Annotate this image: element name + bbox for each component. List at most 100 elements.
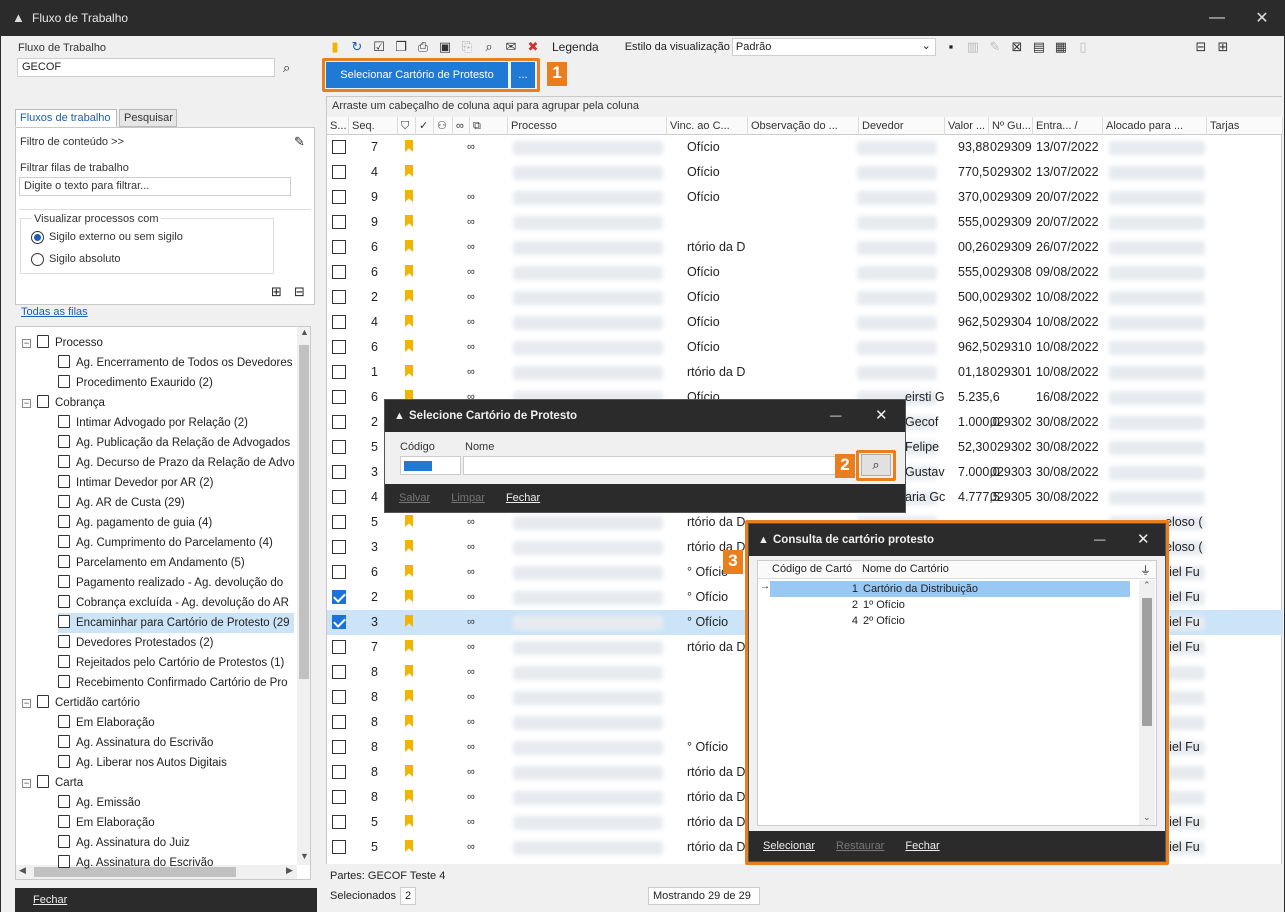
cartorio-row[interactable]: 4 2º Ofício: [770, 613, 1130, 629]
save-icon[interactable]: ▪: [942, 38, 960, 56]
tree-expand-icon[interactable]: ⊞: [1214, 38, 1232, 56]
column-header[interactable]: Vinc. ao C...: [667, 117, 748, 135]
link-icon[interactable]: ∞: [467, 310, 485, 335]
link-icon[interactable]: ∞: [467, 135, 485, 160]
bookmark-icon[interactable]: ▮: [326, 38, 344, 56]
row-checkbox[interactable]: [332, 690, 346, 704]
link-icon[interactable]: ∞: [467, 660, 485, 685]
trash-disabled-icon[interactable]: ▯: [1074, 38, 1092, 56]
limpar-button[interactable]: Limpar: [451, 492, 485, 504]
tree-item[interactable]: Ag. AR de Custa (29): [58, 493, 294, 513]
dialog2-fechar-button[interactable]: Fechar: [905, 840, 939, 852]
save-doc-icon[interactable]: ▣: [436, 38, 454, 56]
link-icon[interactable]: ∞: [467, 785, 485, 810]
row-checkbox[interactable]: [332, 440, 346, 454]
row-checkbox[interactable]: [332, 490, 346, 504]
row-checkbox[interactable]: [332, 290, 346, 304]
link-icon[interactable]: ∞: [467, 360, 485, 385]
col-nome[interactable]: Nome do Cartório: [862, 563, 949, 575]
link-icon[interactable]: ∞: [467, 610, 485, 635]
column-header[interactable]: Tarjas: [1207, 117, 1283, 135]
collapse-icon[interactable]: −: [22, 779, 31, 788]
export-excel-icon[interactable]: ⊠: [1008, 38, 1026, 56]
link-icon[interactable]: ∞: [467, 260, 485, 285]
link-icon[interactable]: ∞: [467, 535, 485, 560]
collapse-icon[interactable]: −: [22, 399, 31, 408]
columns-icon[interactable]: ▤: [1030, 38, 1048, 56]
link-icon[interactable]: ∞: [467, 735, 485, 760]
tree-group[interactable]: − Processo: [22, 333, 292, 353]
row-checkbox[interactable]: [332, 790, 346, 804]
dialog1-minimize-button[interactable]: —: [830, 400, 842, 432]
tree-item[interactable]: Ag. Emissão: [58, 793, 294, 813]
layout-icon[interactable]: ▦: [1052, 38, 1070, 56]
row-checkbox[interactable]: [332, 515, 346, 529]
people-icon[interactable]: ⚇: [434, 117, 453, 135]
row-checkbox[interactable]: [332, 665, 346, 679]
column-header[interactable]: Seq.: [349, 117, 398, 135]
row-checkbox[interactable]: [332, 315, 346, 329]
codigo-input[interactable]: [400, 456, 461, 475]
row-checkbox[interactable]: [332, 565, 346, 579]
tree-item[interactable]: Ag. Cumprimento do Parcelamento (4): [58, 533, 294, 553]
delete-disabled-icon[interactable]: ▥: [964, 38, 982, 56]
estilo-select[interactable]: Padrão ⌄: [731, 38, 936, 56]
doc-search-icon[interactable]: ⌕: [480, 38, 498, 56]
link-icon[interactable]: ∞: [467, 285, 485, 310]
cartorio-vscrollbar[interactable]: ⌃ ⌄: [1139, 580, 1155, 825]
salvar-button[interactable]: Salvar: [399, 492, 430, 504]
tab-pesquisar[interactable]: Pesquisar: [119, 109, 177, 127]
fluxo-input[interactable]: GECOF: [17, 58, 275, 77]
table-row[interactable]: 2 ∞ Ofício 500,0 029302 10/08/2022: [327, 285, 1283, 310]
table-row[interactable]: 6 ∞ rtório da D 00,26 029309 26/07/2022: [327, 235, 1283, 260]
tree-item[interactable]: Rejeitados pelo Cartório de Protestos (1…: [58, 653, 294, 673]
search-icon[interactable]: ⌕: [283, 60, 290, 76]
col-codigo[interactable]: Código de Cartó: [772, 563, 852, 575]
link-icon[interactable]: ∞: [467, 685, 485, 710]
check-icon[interactable]: ✓: [416, 117, 434, 135]
tree-item[interactable]: Em Elaboração: [58, 813, 294, 833]
row-checkbox[interactable]: [332, 265, 346, 279]
table-row[interactable]: 6 ∞ Ofício 962,5 029310 10/08/2022: [327, 335, 1283, 360]
fechar-button[interactable]: Fechar: [33, 894, 67, 906]
tree-item[interactable]: Ag. pagamento de guia (4): [58, 513, 294, 533]
doc-lock-icon[interactable]: ⎙: [414, 38, 432, 56]
tree-item[interactable]: Devedores Protestados (2): [58, 633, 294, 653]
comment-icon[interactable]: ✉: [502, 38, 520, 56]
row-checkbox[interactable]: [332, 390, 346, 404]
tree-item[interactable]: Em Elaboração: [58, 713, 294, 733]
refresh-icon[interactable]: ↻: [348, 38, 366, 56]
row-checkbox[interactable]: [332, 215, 346, 229]
column-header[interactable]: Alocado para ...: [1103, 117, 1207, 135]
row-checkbox[interactable]: [332, 240, 346, 254]
table-row[interactable]: 4 Ofício 770,5 029302 13/07/2022: [327, 160, 1283, 185]
tree-item[interactable]: Ag. Decurso de Prazo da Relação de Advo: [58, 453, 295, 473]
bookmark-icon[interactable]: ⛉: [398, 117, 416, 135]
broom-icon[interactable]: ✎: [294, 134, 305, 150]
row-checkbox[interactable]: [332, 415, 346, 429]
cartorio-row[interactable]: 2 1º Ofício: [770, 597, 1130, 613]
link-icon[interactable]: ∞: [467, 560, 485, 585]
cartorio-scroll-thumb[interactable]: [1142, 598, 1152, 726]
link-icon[interactable]: ∞: [467, 210, 485, 235]
close-window-button[interactable]: ✕: [1239, 0, 1285, 36]
nome-input[interactable]: [463, 456, 857, 475]
row-checkbox[interactable]: [332, 740, 346, 754]
row-checkbox[interactable]: [332, 540, 346, 554]
collapse-icon[interactable]: −: [22, 339, 31, 348]
column-header[interactable]: Nº Gu...: [989, 117, 1033, 135]
row-checkbox[interactable]: [332, 590, 346, 604]
tree-item[interactable]: Recebimento Confirmado Cartório de Pro: [58, 673, 294, 693]
filter-content-toggle[interactable]: Filtro de conteúdo >>: [20, 136, 124, 148]
table-row[interactable]: 6 ∞ Ofício 555,0 029308 09/08/2022: [327, 260, 1283, 285]
dialog2-minimize-button[interactable]: —: [1094, 524, 1106, 556]
dialog1-close-button[interactable]: ✕: [875, 400, 888, 432]
row-checkbox[interactable]: [332, 765, 346, 779]
tree-collapse-icon[interactable]: ⊟: [1192, 38, 1210, 56]
row-checkbox[interactable]: [332, 140, 346, 154]
windows-icon[interactable]: ❐: [392, 38, 410, 56]
link-icon[interactable]: ∞: [467, 510, 485, 535]
tree-item[interactable]: Ag. Assinatura do Escrivão: [58, 733, 294, 753]
minimize-button[interactable]: —: [1194, 0, 1240, 36]
link-icon[interactable]: ∞: [467, 710, 485, 735]
